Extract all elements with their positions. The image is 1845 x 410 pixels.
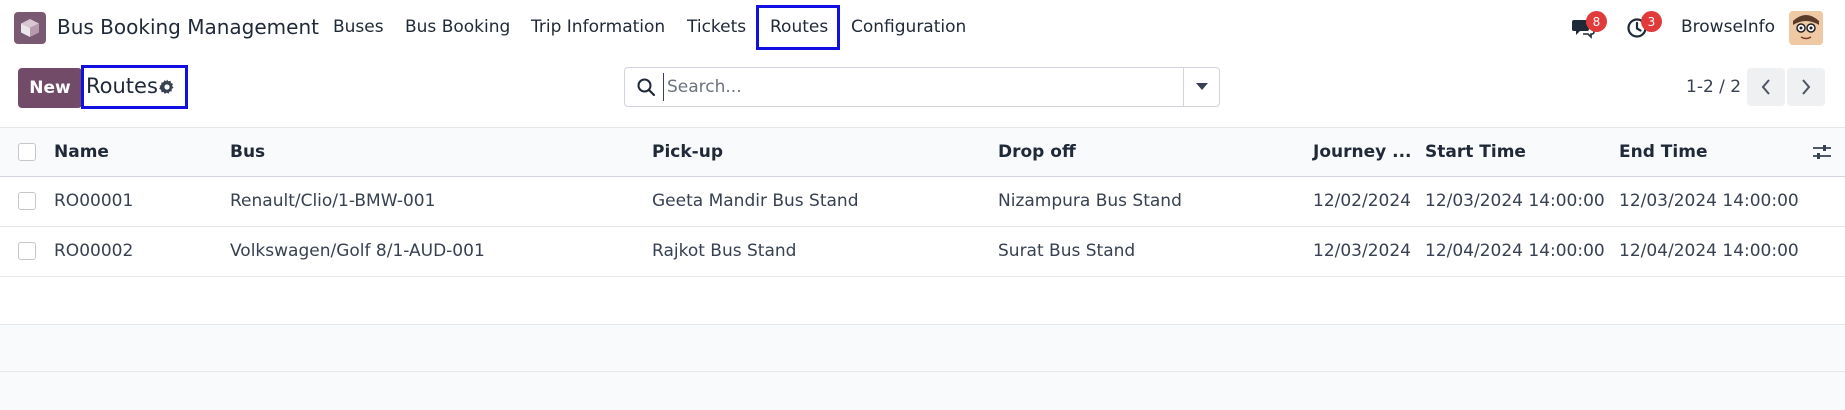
optional-columns-icon[interactable]: [1812, 143, 1832, 161]
cell-end-time[interactable]: 12/03/2024 14:00:00: [1619, 191, 1799, 211]
nav-item-trip-information[interactable]: Trip Information: [531, 17, 665, 37]
table-footer: [0, 325, 1845, 372]
cell-bus[interactable]: Renault/Clio/1-BMW-001: [230, 191, 435, 211]
column-header-drop-off[interactable]: Drop off: [998, 142, 1076, 162]
empty-row: [0, 277, 1845, 325]
page-background: [0, 372, 1845, 410]
column-header-start-time[interactable]: Start Time: [1425, 142, 1526, 162]
column-header-bus[interactable]: Bus: [230, 142, 265, 162]
cell-drop-off[interactable]: Surat Bus Stand: [998, 241, 1135, 261]
select-all-checkbox[interactable]: [18, 143, 36, 161]
search-icon: [636, 77, 656, 97]
cell-pick-up[interactable]: Geeta Mandir Bus Stand: [652, 191, 858, 211]
cell-drop-off[interactable]: Nizampura Bus Stand: [998, 191, 1182, 211]
nav-item-bus-booking[interactable]: Bus Booking: [405, 17, 510, 37]
top-navbar: Bus Booking Management Buses Bus Booking…: [0, 0, 1845, 56]
nav-item-configuration[interactable]: Configuration: [851, 17, 966, 37]
column-header-name[interactable]: Name: [54, 142, 109, 162]
cell-journey-date[interactable]: 12/03/2024: [1313, 241, 1411, 261]
new-button[interactable]: New: [18, 68, 82, 108]
messages-badge: 8: [1586, 11, 1607, 32]
cell-journey-date[interactable]: 12/02/2024: [1313, 191, 1411, 211]
cell-end-time[interactable]: 12/04/2024 14:00:00: [1619, 241, 1799, 261]
row-checkbox[interactable]: [18, 242, 36, 260]
chevron-left-icon: [1761, 79, 1770, 95]
column-header-end-time[interactable]: End Time: [1619, 142, 1707, 162]
search-options-toggle[interactable]: [1183, 67, 1220, 107]
user-avatar-icon: [1789, 11, 1823, 45]
app-icon[interactable]: [14, 12, 46, 44]
table-header: [0, 127, 1845, 177]
nav-item-routes[interactable]: Routes: [770, 17, 828, 37]
column-header-pick-up[interactable]: Pick-up: [652, 142, 723, 162]
caret-down-icon: [1196, 83, 1208, 90]
user-name[interactable]: BrowseInfo: [1681, 17, 1775, 37]
cell-start-time[interactable]: 12/03/2024 14:00:00: [1425, 191, 1605, 211]
pager-previous-button[interactable]: [1747, 68, 1785, 106]
activities-badge: 3: [1641, 11, 1662, 32]
search-input[interactable]: [663, 73, 1178, 101]
chevron-right-icon: [1802, 79, 1811, 95]
row-checkbox[interactable]: [18, 192, 36, 210]
column-header-journey[interactable]: Journey ...: [1313, 142, 1412, 162]
breadcrumb: Routes: [86, 74, 158, 98]
cube-icon: [21, 19, 39, 37]
cell-bus[interactable]: Volkswagen/Golf 8/1-AUD-001: [230, 241, 485, 261]
cell-start-time[interactable]: 12/04/2024 14:00:00: [1425, 241, 1605, 261]
app-title[interactable]: Bus Booking Management: [57, 15, 319, 39]
cell-pick-up[interactable]: Rajkot Bus Stand: [652, 241, 796, 261]
nav-item-tickets[interactable]: Tickets: [687, 17, 746, 37]
gear-icon[interactable]: [158, 78, 176, 96]
cell-name[interactable]: RO00002: [54, 241, 133, 261]
pager-next-button[interactable]: [1787, 68, 1825, 106]
avatar[interactable]: [1789, 11, 1823, 45]
pager-value[interactable]: 1-2 / 2: [1686, 77, 1741, 97]
nav-item-buses[interactable]: Buses: [333, 17, 384, 37]
cell-name[interactable]: RO00001: [54, 191, 133, 211]
